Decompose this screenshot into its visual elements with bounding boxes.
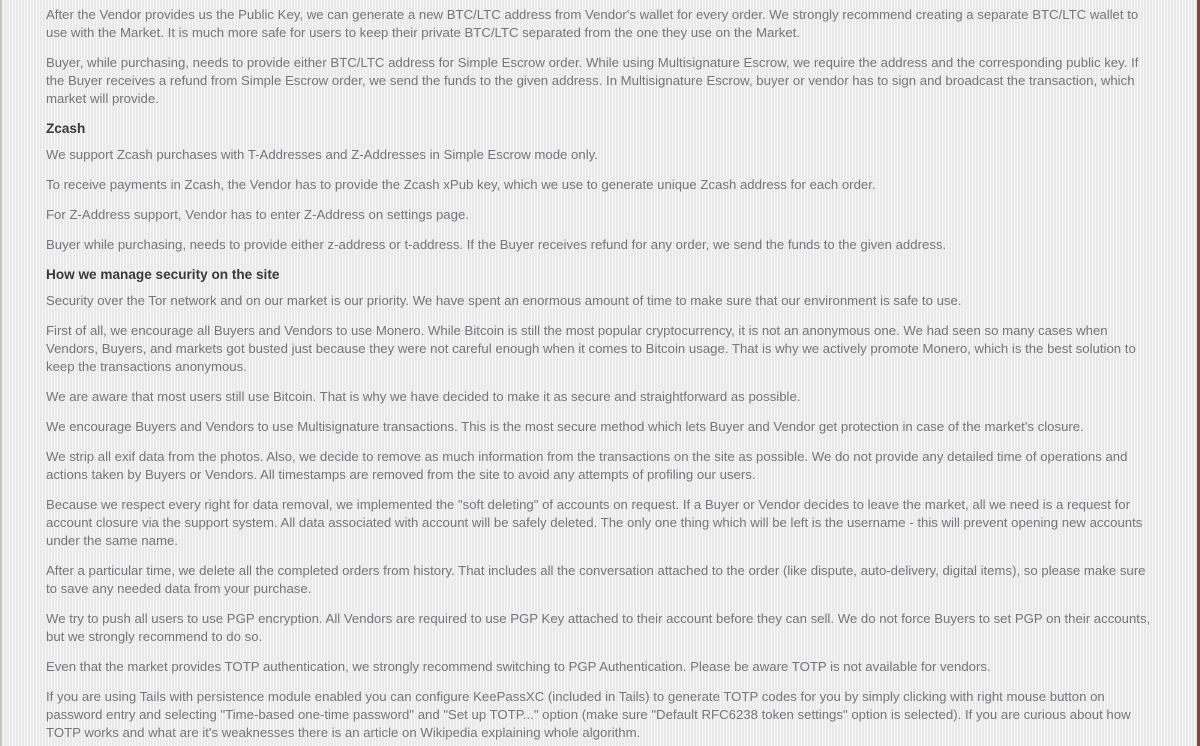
paragraph: We support Zcash purchases with T-Addres… <box>46 147 598 162</box>
paragraph: We try to push all users to use PGP encr… <box>46 611 1151 644</box>
paragraph: We encourage Buyers and Vendors to use M… <box>46 419 1084 434</box>
article-content: After the Vendor provides us the Public … <box>0 0 1200 746</box>
paragraph: We strip all exif data from the photos. … <box>46 449 1128 482</box>
paragraph: First of all, we encourage all Buyers an… <box>46 323 1136 374</box>
paragraph: To receive payments in Zcash, the Vendor… <box>46 177 876 192</box>
paragraph: If you are using Tails with persistence … <box>46 689 1131 740</box>
paragraph: Security over the Tor network and on our… <box>46 293 962 308</box>
paragraph: For Z-Address support, Vendor has to ent… <box>46 207 469 222</box>
paragraph: Buyer, while purchasing, needs to provid… <box>46 55 1139 106</box>
paragraph: After the Vendor provides us the Public … <box>46 7 1139 40</box>
paragraph: After a particular time, we delete all t… <box>46 563 1146 596</box>
section-heading-security: How we manage security on the site <box>46 267 280 282</box>
paragraph: Even that the market provides TOTP authe… <box>46 659 991 674</box>
paragraph: Because we respect every right for data … <box>46 497 1143 548</box>
paragraph: Buyer while purchasing, needs to provide… <box>46 237 947 252</box>
paragraph: We are aware that most users still use B… <box>46 389 801 404</box>
page-root: After the Vendor provides us the Public … <box>0 0 1200 746</box>
section-heading-zcash: Zcash <box>46 121 86 136</box>
